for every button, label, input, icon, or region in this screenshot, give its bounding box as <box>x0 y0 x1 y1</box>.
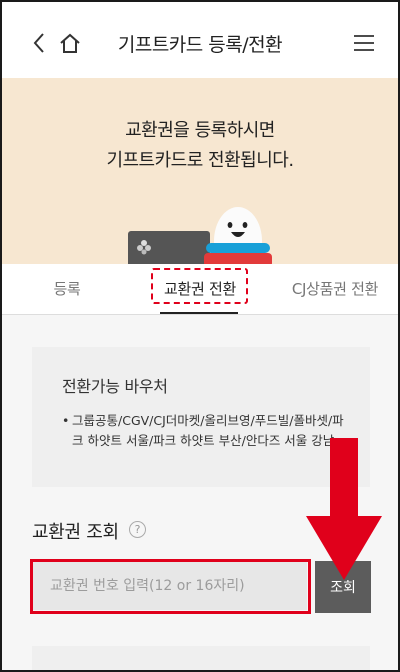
banner-line-1: 교환권을 등록하시면 <box>125 120 275 141</box>
voucher-number-field <box>32 562 307 610</box>
tab-register[interactable]: 등록 <box>40 278 94 299</box>
gift-card-illustration <box>128 231 210 264</box>
lookup-button[interactable]: 조회 <box>315 561 371 613</box>
voucher-title: 전환가능 바우처 <box>62 377 168 396</box>
tab-cj-voucher-convert[interactable]: CJ상품권 전환 <box>280 278 390 299</box>
top-header: 기프트카드 등록/전환 <box>2 2 398 78</box>
content-area: 전환가능 바우처 • 그룹공통/CGV/CJ더마켓/올리브영/푸드빌/폴바셋/파… <box>2 315 398 670</box>
voucher-number-input[interactable] <box>50 562 300 610</box>
bullet-icon: • <box>62 413 70 428</box>
lookup-section-title: 교환권 조회 <box>32 522 119 543</box>
mascot-illustration <box>204 207 272 264</box>
menu-button[interactable] <box>349 28 379 58</box>
cj-logo-icon <box>137 240 151 255</box>
voucher-info-box: 전환가능 바우처 • 그룹공통/CGV/CJ더마켓/올리브영/푸드빌/폴바셋/파… <box>32 347 370 487</box>
bottom-info-box <box>32 646 370 670</box>
active-tab-indicator <box>160 312 238 314</box>
help-icon[interactable]: ? <box>129 521 146 538</box>
page-title: 기프트카드 등록/전환 <box>117 34 283 56</box>
tab-highlight-annotation <box>151 268 248 304</box>
voucher-list: • 그룹공통/CGV/CJ더마켓/올리브영/푸드빌/폴바셋/파크 하얏트 서울/… <box>62 411 348 451</box>
banner-line-2: 기프트카드로 전환됩니다. <box>106 150 294 171</box>
promo-banner: 교환권을 등록하시면 기프트카드로 전환됩니다. <box>2 78 398 264</box>
app-frame: 기프트카드 등록/전환 교환권을 등록하시면 기프트카드로 전환됩니다. 등록 … <box>0 0 400 672</box>
voucher-list-text: 그룹공통/CGV/CJ더마켓/올리브영/푸드빌/폴바셋/파크 하얏트 서울/파크… <box>72 413 344 448</box>
hamburger-menu-icon <box>354 35 374 51</box>
